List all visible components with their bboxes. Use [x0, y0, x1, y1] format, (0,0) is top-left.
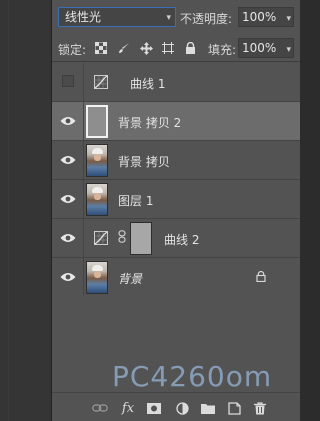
link-icon[interactable]: [118, 230, 126, 247]
divider: [8, 0, 9, 421]
left-edge: [0, 0, 52, 421]
fx-icon[interactable]: fx: [120, 400, 136, 416]
opacity-value: 100%: [242, 10, 277, 24]
artboard-icon[interactable]: [161, 41, 175, 55]
layer-row[interactable]: 曲线 1: [52, 63, 300, 102]
layer-row[interactable]: 背景: [52, 258, 300, 297]
eye-icon[interactable]: [58, 229, 78, 247]
lock-row: 锁定: 填充: 100% ▾: [52, 34, 300, 62]
divider: [83, 219, 84, 257]
layer-thumbnail: [86, 183, 108, 216]
move-icon[interactable]: [139, 41, 153, 55]
fill-value: 100%: [242, 41, 277, 55]
layer-name: 曲线 2: [164, 233, 200, 247]
layer-row[interactable]: 背景 拷贝: [52, 141, 300, 180]
divider: [83, 258, 84, 296]
layer-thumbnail: [86, 105, 108, 138]
layer-row-selected[interactable]: 背景 拷贝 2: [52, 102, 300, 141]
blend-mode-value: 线性光: [65, 10, 102, 24]
visibility-toggle[interactable]: [62, 75, 74, 87]
link-icon[interactable]: [92, 400, 108, 416]
chevron-down-icon: ▾: [286, 45, 291, 55]
eye-icon[interactable]: [58, 190, 78, 208]
eye-icon[interactable]: [58, 112, 78, 130]
blend-row: 线性光 ▾ 不透明度: 100% ▾: [52, 0, 300, 34]
layer-name: 背景 拷贝 2: [118, 116, 182, 130]
layer-row[interactable]: 曲线 2: [52, 219, 300, 258]
lock-icon: [256, 271, 266, 282]
eye-icon[interactable]: [58, 268, 78, 286]
opacity-field[interactable]: 100% ▾: [238, 7, 294, 27]
layers-footer: fx: [52, 392, 300, 421]
layer-thumbnail: [86, 261, 108, 294]
layer-name: 曲线 1: [130, 77, 166, 91]
checker-icon[interactable]: [94, 41, 108, 55]
chevron-down-icon: ▾: [286, 14, 291, 24]
layers-panel: 线性光 ▾ 不透明度: 100% ▾ 锁定: 填充: 100% ▾ 曲线 1 背…: [52, 0, 300, 421]
curves-icon: [94, 231, 108, 245]
folder-icon[interactable]: [200, 400, 216, 416]
fill-field[interactable]: 100% ▾: [238, 38, 294, 58]
trash-icon[interactable]: [252, 400, 268, 416]
watermark-text: PC4260om: [112, 360, 273, 393]
layer-list: 曲线 1 背景 拷贝 2 背景 拷贝 图层 1 曲线 2 背景: [52, 63, 300, 297]
layer-name: 图层 1: [118, 194, 154, 208]
brush-icon[interactable]: [117, 41, 131, 55]
layer-mask-thumbnail[interactable]: [130, 222, 152, 255]
divider: [83, 141, 84, 179]
fill-label: 填充:: [208, 43, 237, 57]
adjustment-icon[interactable]: [174, 400, 190, 416]
layer-thumbnail: [86, 144, 108, 177]
divider: [83, 102, 84, 140]
blend-mode-select[interactable]: 线性光 ▾: [58, 7, 176, 27]
lock-label: 锁定:: [58, 43, 87, 57]
chevron-down-icon: ▾: [166, 13, 171, 23]
layer-name: 背景: [118, 272, 143, 286]
mask-icon[interactable]: [146, 400, 162, 416]
eye-icon[interactable]: [58, 151, 78, 169]
layer-name: 背景 拷贝: [118, 155, 170, 169]
divider: [83, 180, 84, 218]
divider: [83, 63, 84, 101]
layer-row[interactable]: 图层 1: [52, 180, 300, 219]
opacity-label: 不透明度:: [180, 12, 233, 26]
curves-icon: [94, 75, 108, 89]
lock-icon[interactable]: [183, 41, 197, 55]
new-layer-icon[interactable]: [226, 400, 242, 416]
